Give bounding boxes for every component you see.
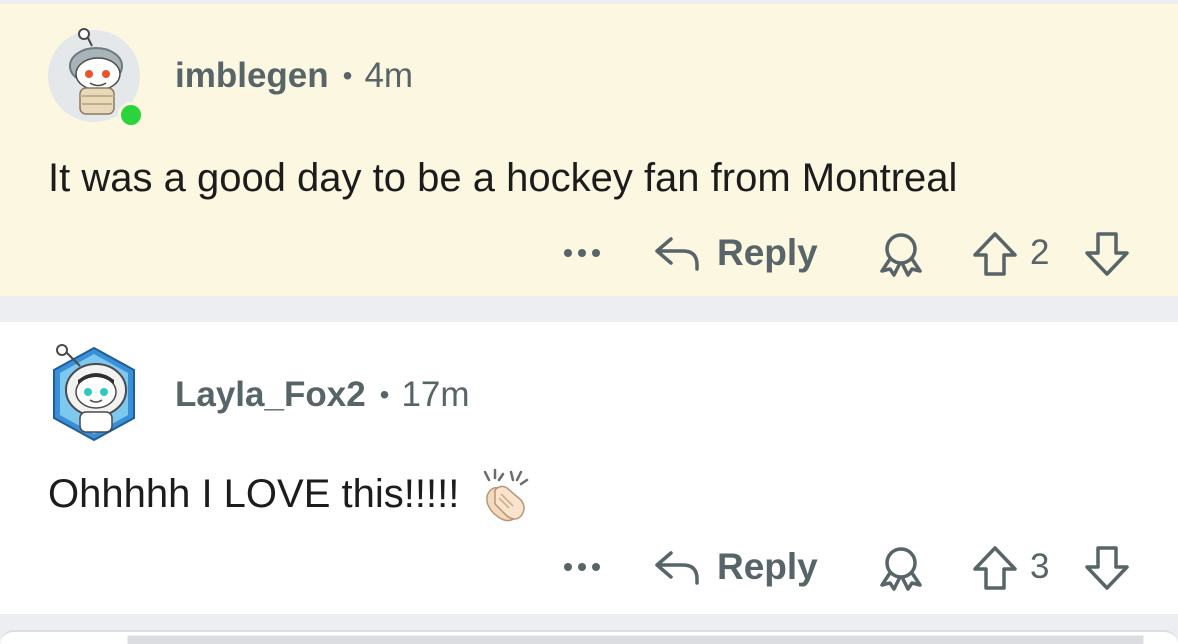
comment-actions: Reply 3 [0,537,1178,597]
award-icon [880,233,922,277]
username[interactable]: Layla_Fox2 [175,375,366,415]
upvote-button[interactable] [970,543,1020,593]
comment: Layla_Fox2 • 17m Ohhhhh I LOVE this!!!!! [0,322,1178,614]
comment-text: It was a good day to be a hockey fan fro… [48,155,958,200]
upvote-button[interactable] [970,229,1020,279]
comment-actions: Reply 2 [0,223,1178,283]
more-options-icon [564,563,600,571]
reply-arrow-icon [655,237,699,271]
clapping-hands-icon [484,468,529,522]
comment-highlighted: imblegen • 4m It was a good day to be a … [0,4,1178,296]
more-options-button[interactable] [560,537,604,597]
snoo-avatar-icon [53,344,135,442]
timestamp: 4m [364,56,414,95]
online-status-dot [118,102,144,128]
avatar[interactable] [46,26,146,128]
meta-separator: • [379,379,390,410]
more-options-icon [564,249,600,257]
award-button[interactable] [876,543,926,593]
downvote-arrow-icon [1085,232,1129,276]
reply-button[interactable]: Reply [653,537,818,597]
award-button[interactable] [876,229,926,279]
reply-arrow-icon [655,551,699,585]
comment-meta: Layla_Fox2 • 17m [175,375,470,415]
comment-text: Ohhhhh I LOVE this!!!!! [48,471,460,516]
more-options-button[interactable] [560,223,604,283]
comment-body: It was a good day to be a hockey fan fro… [48,154,957,202]
meta-separator: • [342,60,353,91]
comment-body: Ohhhhh I LOVE this!!!!! [48,468,533,522]
upvote-arrow-icon [973,546,1017,590]
avatar[interactable] [46,344,146,444]
username[interactable]: imblegen [175,56,329,96]
reply-label: Reply [717,232,818,273]
downvote-arrow-icon [1085,546,1129,590]
vote-score: 2 [1030,233,1050,272]
award-icon [880,547,922,591]
vote-score: 3 [1030,547,1050,586]
downvote-button[interactable] [1082,229,1132,279]
timestamp: 17m [401,375,470,414]
reply-button[interactable]: Reply [653,223,818,283]
comment-meta: imblegen • 4m [175,56,413,96]
upvote-arrow-icon [973,232,1017,276]
clapping-hands-emoji [477,468,533,524]
downvote-button[interactable] [1082,543,1132,593]
reply-label: Reply [717,546,818,587]
